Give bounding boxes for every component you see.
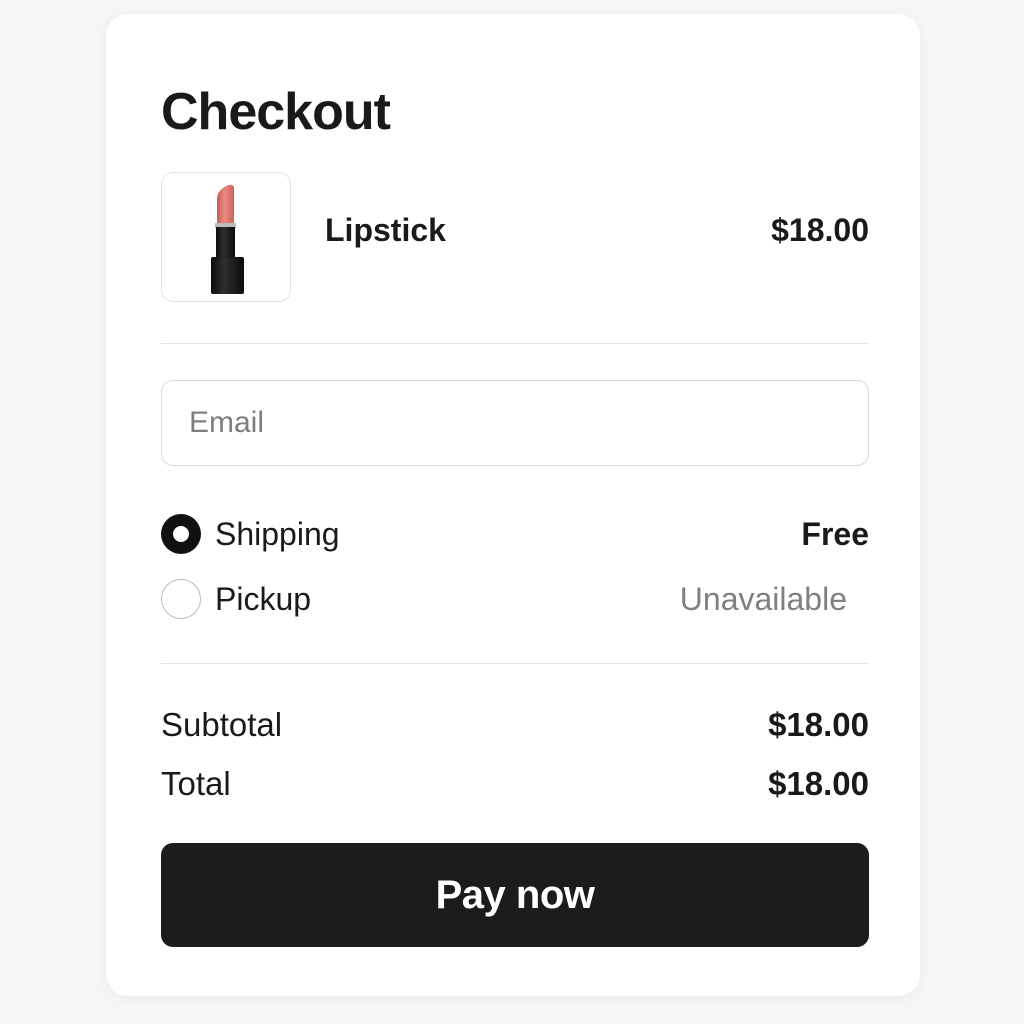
pickup-status: Unavailable	[679, 581, 847, 617]
product-row: Lipstick $18.00	[161, 172, 869, 304]
pay-now-button[interactable]: Pay now	[161, 843, 869, 947]
checkout-content: Checkout Lipstick $18.00 Email Shipping …	[161, 14, 869, 996]
total-value: $18.00	[768, 765, 869, 802]
pickup-label: Pickup	[215, 581, 312, 617]
divider	[161, 343, 869, 344]
product-price: $18.00	[771, 212, 869, 248]
subtotal-row: Subtotal $18.00	[161, 703, 869, 747]
delivery-option-pickup[interactable]: Pickup Unavailable	[161, 577, 869, 621]
delivery-option-shipping[interactable]: Shipping Free	[161, 512, 869, 556]
email-field[interactable]	[161, 380, 869, 466]
product-name: Lipstick	[325, 212, 446, 248]
subtotal-label: Subtotal	[161, 706, 283, 743]
divider	[161, 663, 869, 664]
shipping-price: Free	[801, 516, 869, 552]
product-thumbnail	[161, 172, 291, 302]
shipping-label: Shipping	[215, 516, 340, 552]
total-label: Total	[161, 765, 231, 802]
subtotal-value: $18.00	[768, 706, 869, 743]
checkout-card: Checkout Lipstick $18.00 Email Shipping …	[106, 14, 920, 996]
page-title: Checkout	[161, 83, 391, 141]
pickup-radio[interactable]	[161, 579, 201, 619]
lipstick-icon	[211, 184, 244, 294]
shipping-radio[interactable]	[161, 514, 201, 554]
total-row: Total $18.00	[161, 762, 869, 806]
